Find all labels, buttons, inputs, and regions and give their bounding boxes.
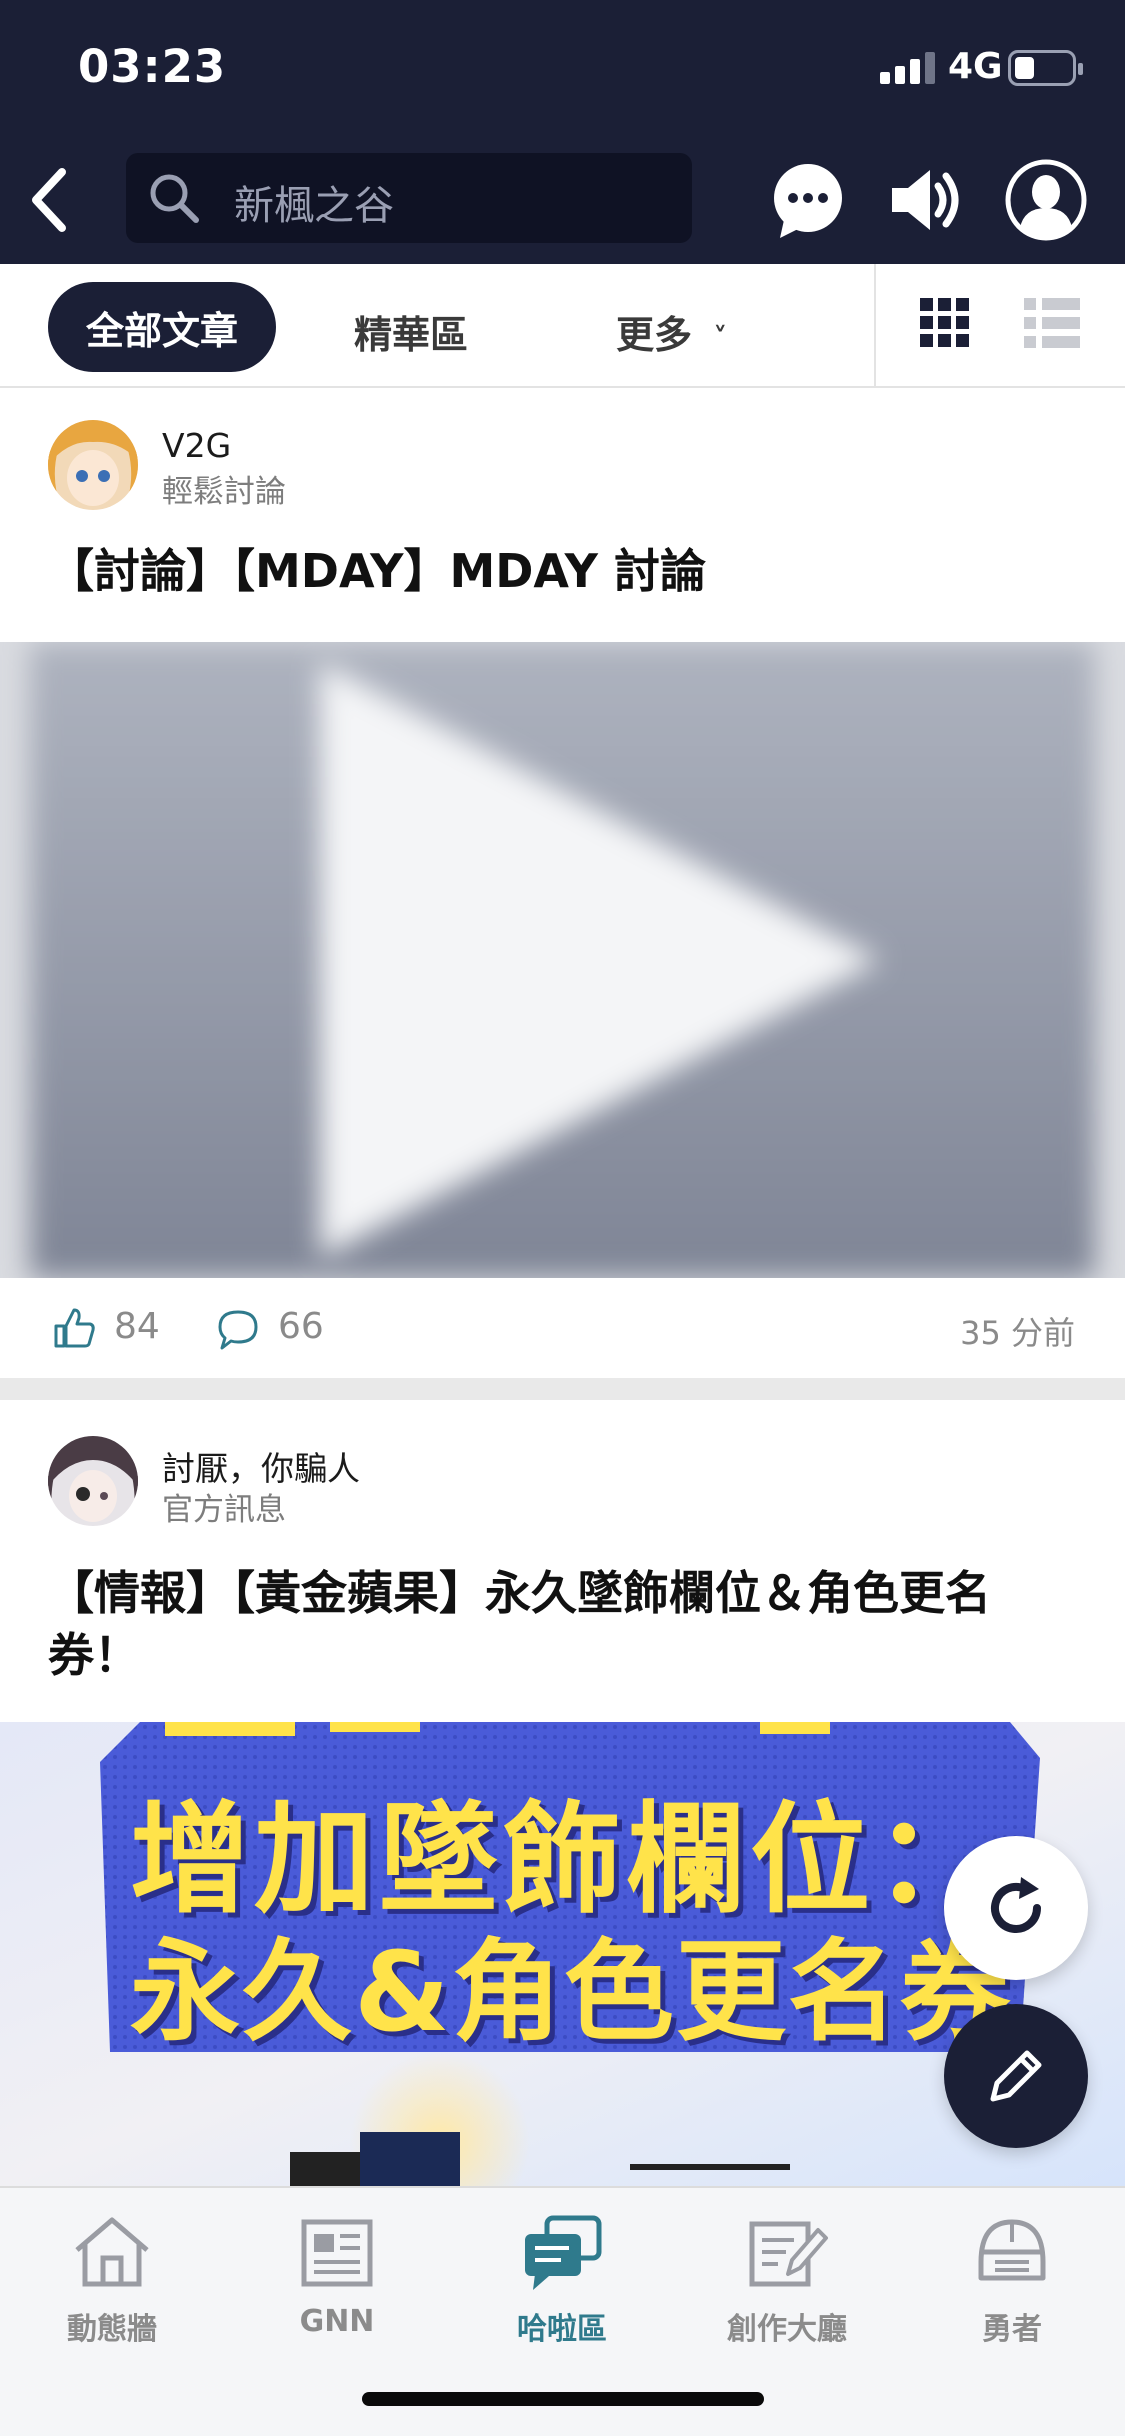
profile-icon[interactable] [1004, 158, 1088, 242]
comment-count: 66 [278, 1306, 324, 1347]
creation-icon [749, 2221, 828, 2287]
video-thumbnail[interactable] [0, 642, 1125, 1278]
nav-gnn[interactable]: GNN [237, 2208, 437, 2339]
comment-icon[interactable] [216, 1308, 260, 1352]
chat-icon[interactable] [766, 158, 850, 242]
tab-all-articles[interactable]: 全部文章 [48, 282, 276, 372]
anime-avatar-icon [48, 1436, 138, 1526]
speaker-icon[interactable] [884, 158, 968, 242]
status-time: 03:23 [78, 40, 227, 93]
refresh-icon [991, 1877, 1041, 1933]
play-icon [0, 642, 1125, 1278]
network-label: 4G [948, 46, 1003, 87]
compose-button[interactable] [944, 2004, 1088, 2148]
thumbs-up-icon[interactable] [52, 1306, 96, 1350]
nav-gnn-label: GNN [299, 2304, 375, 2339]
author-name[interactable]: 討厭，你騙人 [162, 1442, 360, 1490]
home-indicator[interactable] [362, 2392, 764, 2406]
grid-view-icon[interactable] [920, 298, 970, 348]
refresh-button[interactable] [944, 1836, 1088, 1980]
signal-icon [880, 52, 938, 84]
nav-creation-label: 創作大廳 [727, 2312, 847, 2347]
list-view-icon[interactable] [1024, 298, 1080, 348]
banner-line-2: 永久&角色更名券 [130, 1928, 1012, 2056]
post-title[interactable]: 【情報】【黃金蘋果】永久墜飾欄位＆角色更名券！ [48, 1562, 1078, 1686]
tab-featured[interactable]: 精華區 [354, 304, 468, 359]
nav-forum[interactable]: 哈啦區 [462, 2208, 662, 2348]
top-header: 03:23 4G 新楓之谷 [0, 0, 1125, 264]
like-count: 84 [114, 1306, 160, 1347]
helmet-icon [978, 2219, 1046, 2281]
nav-hero[interactable]: 勇者 [912, 2208, 1112, 2348]
search-icon [150, 174, 199, 223]
post-card[interactable]: V2G 輕鬆討論 【討論】【MDAY】MDAY 討論 84 66 35 分前 [0, 390, 1125, 1380]
author-name[interactable]: V2G [162, 426, 231, 465]
nav-forum-label: 哈啦區 [517, 2312, 607, 2347]
news-icon [301, 2219, 373, 2287]
board-name: 官方訊息 [162, 1492, 286, 1528]
nav-hero-label: 勇者 [982, 2312, 1042, 2347]
anime-avatar-icon [48, 420, 138, 510]
pencil-icon [990, 2050, 1042, 2102]
tab-divider [874, 264, 876, 388]
tab-more[interactable]: 更多 ˅ [616, 304, 727, 359]
chevron-down-icon: ˅ [713, 321, 728, 354]
app-screen: 03:23 4G 新楓之谷 全部文章 精華區 更多 ˅ V2G 輕鬆討論 【討論… [0, 0, 1125, 2436]
avatar[interactable] [48, 420, 138, 510]
post-separator [0, 1378, 1125, 1400]
back-button[interactable] [18, 160, 88, 240]
nav-creation[interactable]: 創作大廳 [687, 2208, 887, 2348]
board-name: 輕鬆討論 [162, 474, 286, 510]
battery-icon [1008, 50, 1083, 86]
nav-home[interactable]: 動態牆 [12, 2208, 212, 2348]
search-input[interactable]: 新楓之谷 [126, 153, 692, 243]
avatar[interactable] [48, 1436, 138, 1526]
post-actions: 84 66 35 分前 [0, 1278, 1125, 1378]
back-icon [32, 168, 66, 232]
nav-home-label: 動態牆 [67, 2312, 157, 2347]
tab-more-label: 更多 [616, 313, 693, 357]
post-title[interactable]: 【討論】【MDAY】MDAY 討論 [48, 540, 1078, 602]
forum-icon [525, 2215, 602, 2290]
post-time: 35 分前 [960, 1314, 1075, 1352]
search-text: 新楓之谷 [234, 183, 394, 229]
home-icon [75, 2217, 149, 2287]
